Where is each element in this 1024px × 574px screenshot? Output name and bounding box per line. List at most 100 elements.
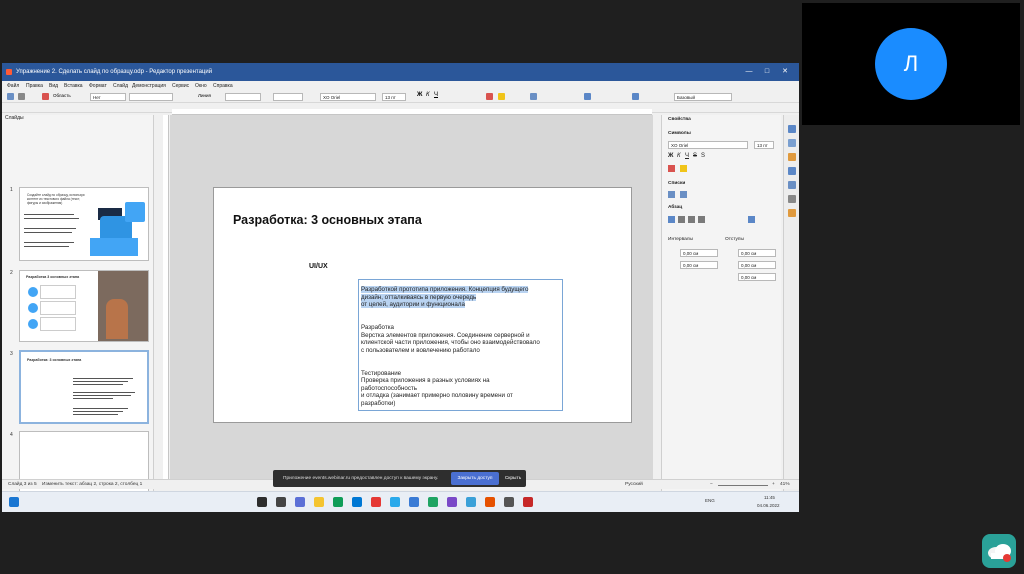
text-line: Верстка элементов приложения. Соединение… <box>361 331 530 339</box>
taskview-icon[interactable] <box>276 497 286 507</box>
minimize-button[interactable]: — <box>742 63 756 81</box>
explorer-icon[interactable] <box>314 497 324 507</box>
line-width-select[interactable] <box>273 93 303 101</box>
undo-icon[interactable] <box>18 93 25 100</box>
sidebar-bold-button[interactable]: Ж <box>668 153 673 159</box>
lists-section-header[interactable]: Списки <box>668 181 685 186</box>
menu-file[interactable]: Файл <box>7 81 19 91</box>
indent-after-input[interactable]: 0,00 см <box>738 261 776 269</box>
clock-time[interactable]: 11:45 <box>764 495 775 500</box>
highlight-icon[interactable] <box>498 93 505 100</box>
font-size-select[interactable]: 13 пт <box>382 93 406 101</box>
close-button[interactable]: ✕ <box>778 63 792 81</box>
sidebar-shadow-button[interactable]: S <box>701 153 705 159</box>
slide-thumbnail-3[interactable]: Разработка: 3 основных этапа <box>19 350 149 424</box>
yandex-icon[interactable] <box>371 497 381 507</box>
app-icon[interactable] <box>447 497 457 507</box>
slide-title[interactable]: Разработка: 3 основных этапа <box>233 213 422 227</box>
impress-icon[interactable] <box>485 497 495 507</box>
sidebar-italic-button[interactable]: К <box>677 153 681 159</box>
fill-select[interactable]: Нет <box>90 93 126 101</box>
menu-help[interactable]: Справка <box>213 81 233 91</box>
menu-edit[interactable]: Правка <box>26 81 43 91</box>
line-style-select[interactable] <box>225 93 261 101</box>
opera-icon[interactable] <box>523 497 533 507</box>
slide-text-box[interactable]: Разработкой прототипа приложения. Концеп… <box>358 279 563 411</box>
sidebar-align-right-icon[interactable] <box>688 216 695 223</box>
slide-thumbnail-2[interactable]: Разработка 3 основных этапа <box>19 270 149 342</box>
thumbnail-title: Создайте слайд по образцу, используя кон… <box>27 193 85 205</box>
start-icon[interactable] <box>9 497 19 507</box>
menu-window[interactable]: Окно <box>195 81 207 91</box>
telegram-icon[interactable] <box>390 497 400 507</box>
widgets-icon[interactable] <box>295 497 305 507</box>
stop-sharing-button[interactable]: Закрыть доступ <box>451 472 499 485</box>
styles-deck-icon[interactable] <box>788 181 796 189</box>
current-slide[interactable]: Разработка: 3 основных этапа UI/UX Разра… <box>213 187 632 423</box>
text-line: работоспособность <box>361 384 417 392</box>
zoom-in-button[interactable]: + <box>772 480 775 490</box>
cloud-app-icon[interactable] <box>982 534 1016 568</box>
layout-select[interactable]: Базовый <box>674 93 732 101</box>
paragraph-section-header[interactable]: Абзац <box>668 205 682 210</box>
maximize-button[interactable]: □ <box>760 63 774 81</box>
first-line-indent-input[interactable]: 0,00 см <box>738 273 776 281</box>
sidebar-font-name[interactable]: XO Oriel <box>668 141 748 149</box>
slide-subtitle[interactable]: UI/UX <box>309 263 328 270</box>
sidebar-font-color-icon[interactable] <box>668 165 675 172</box>
menu-slide[interactable]: Слайд <box>113 81 128 91</box>
chrome-icon[interactable] <box>333 497 343 507</box>
italic-button[interactable]: К <box>426 92 430 98</box>
excel-icon[interactable] <box>428 497 438 507</box>
zoom-slider[interactable] <box>718 485 768 486</box>
hide-button[interactable]: Скрыть <box>503 472 523 485</box>
slide-transition-deck-icon[interactable] <box>788 139 796 147</box>
navigator-deck-icon[interactable] <box>788 209 796 217</box>
menu-view[interactable]: Вид <box>49 81 58 91</box>
app-icon-2[interactable] <box>504 497 514 507</box>
sidebar-underline-button[interactable]: Ч <box>685 153 689 159</box>
bullets-icon[interactable] <box>530 93 537 100</box>
mail-icon[interactable] <box>466 497 476 507</box>
align-top-icon[interactable] <box>632 93 639 100</box>
font-color-icon[interactable] <box>486 93 493 100</box>
clear-format-icon[interactable] <box>42 93 49 100</box>
sidebar-numbering-icon[interactable] <box>680 191 687 198</box>
bold-button[interactable]: Ж <box>417 92 422 98</box>
underline-button[interactable]: Ч <box>434 92 438 98</box>
zoom-out-button[interactable]: − <box>710 480 713 490</box>
menu-tools[interactable]: Сервис <box>172 81 189 91</box>
sidebar-align-left-icon[interactable] <box>668 216 675 223</box>
animation-deck-icon[interactable] <box>788 153 796 161</box>
sidebar-valign-top-icon[interactable] <box>748 216 755 223</box>
search-icon[interactable] <box>257 497 267 507</box>
sidebar-font-size[interactable]: 13 пт <box>754 141 774 149</box>
text-line: и отладка (занимает примерно половину вр… <box>361 392 513 400</box>
zoom-level[interactable]: 41% <box>780 480 790 490</box>
menu-slideshow[interactable]: Демонстрация <box>132 81 166 91</box>
font-name-select[interactable]: XO Oriel <box>320 93 376 101</box>
slide-thumbnail-1[interactable]: Создайте слайд по образцу, используя кон… <box>19 187 149 261</box>
indent-before-input[interactable]: 0,00 см <box>738 249 776 257</box>
sidebar-justify-icon[interactable] <box>698 216 705 223</box>
edge-icon[interactable] <box>352 497 362 507</box>
spacing-above-input[interactable]: 0,00 см <box>680 249 718 257</box>
align-left-icon[interactable] <box>584 93 591 100</box>
sidebar-bullets-icon[interactable] <box>668 191 675 198</box>
word-icon[interactable] <box>409 497 419 507</box>
character-section-header[interactable]: Символы <box>668 131 691 136</box>
sidebar-highlight-icon[interactable] <box>680 165 687 172</box>
menu-insert[interactable]: Вставка <box>64 81 83 91</box>
spacing-below-input[interactable]: 0,00 см <box>680 261 718 269</box>
sidebar-align-center-icon[interactable] <box>678 216 685 223</box>
language-status[interactable]: Русский <box>625 480 643 490</box>
fill-color-select[interactable] <box>129 93 173 101</box>
menu-format[interactable]: Формат <box>89 81 107 91</box>
clock-date[interactable]: 04.06.2022 <box>757 503 780 508</box>
gallery-deck-icon[interactable] <box>788 195 796 203</box>
properties-deck-icon[interactable] <box>788 125 796 133</box>
master-slides-deck-icon[interactable] <box>788 167 796 175</box>
sidebar-strike-button[interactable]: S <box>693 153 697 159</box>
new-icon[interactable] <box>7 93 14 100</box>
keyboard-language[interactable]: ENG <box>705 498 715 503</box>
